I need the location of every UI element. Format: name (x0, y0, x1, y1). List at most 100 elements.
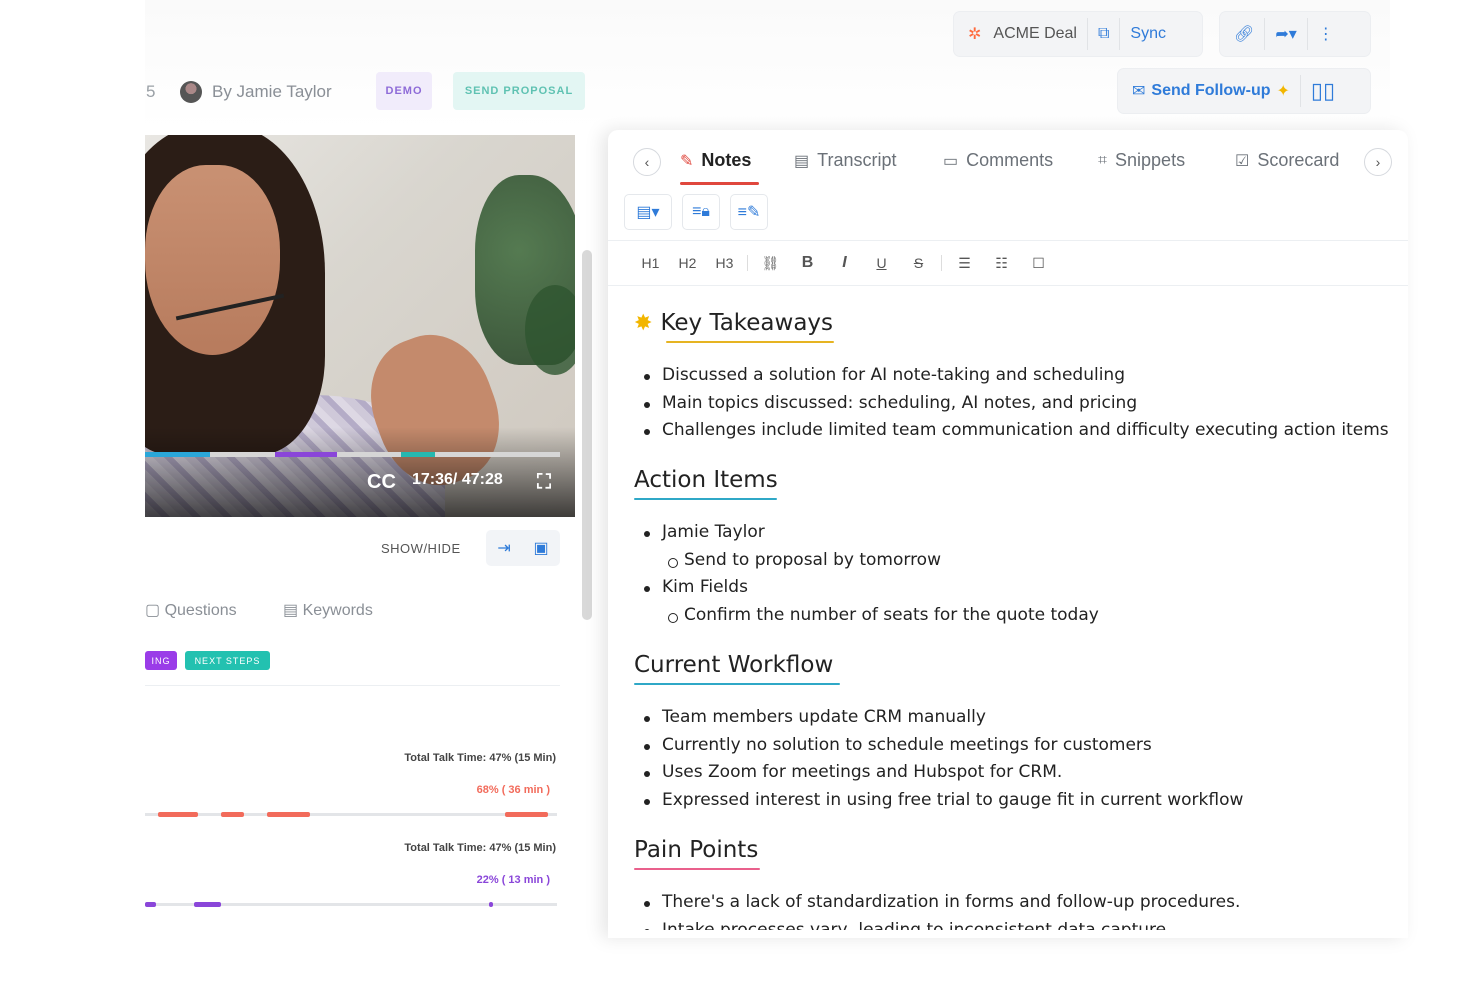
captions-button[interactable]: CC (367, 471, 396, 494)
tab-notes[interactable]: ✎ Notes (680, 150, 751, 171)
sparkle-icon: ✦ (1276, 83, 1290, 100)
talk-time-bar (145, 902, 557, 907)
progress-segment (275, 452, 337, 457)
show-hide-label: SHOW/HIDE (381, 541, 461, 556)
bullet-list-icon[interactable]: ☰ (946, 255, 983, 272)
tab-questions-label: Questions (164, 602, 237, 619)
scorecard-icon: ☑ (1235, 152, 1250, 170)
deal-label: ACME Deal (993, 25, 1077, 42)
tab-keywords-label: Keywords (302, 602, 373, 619)
fullscreen-icon[interactable]: ⛶ (537, 471, 551, 494)
list-item: Kim Fields (644, 577, 1099, 605)
bold-icon[interactable]: B (789, 254, 826, 272)
link-icon[interactable]: 🔗︎ (1228, 18, 1260, 50)
h3-button[interactable]: H3 (706, 255, 743, 271)
section-heading: ✸ Key Takeaways (634, 310, 834, 343)
tab-comments-label: Comments (966, 150, 1054, 170)
bullet-list: Team members update CRM manually Current… (643, 707, 1243, 818)
strikethrough-icon[interactable]: S (900, 255, 937, 271)
share-icon[interactable]: ➦▾ (1269, 18, 1302, 50)
list-item: Currently no solution to schedule meetin… (643, 735, 1243, 763)
talk-segment (145, 902, 156, 907)
list-item: There's a lack of standardization in for… (643, 892, 1240, 920)
sync-label: Sync (1130, 25, 1166, 42)
tab-scorecard-label: Scorecard (1257, 150, 1340, 170)
header-count: 5 (146, 82, 156, 101)
link-icon[interactable]: ⛓ (752, 255, 789, 272)
talk-time-percent: 68% ( 36 min ) (476, 784, 550, 796)
deal-toolbar: ✲ ACME Deal ⧉ Sync (954, 12, 1202, 56)
tag-send-proposal[interactable]: SEND PROPOSAL (453, 72, 585, 110)
private-notes-icon[interactable]: ≡🔒︎ (682, 194, 720, 230)
tab-snippets-label: Snippets (1115, 150, 1186, 170)
notes-panel: ‹ ✎ Notes ▤ Transcript ▭ Comments ⌗ Snip… (608, 130, 1408, 938)
section-heading: Action Items (634, 467, 778, 500)
layout-toggle-icon[interactable]: ▯▯ (1305, 75, 1341, 107)
tab-questions[interactable]: ▢ Questions (145, 600, 237, 620)
more-menu-icon[interactable]: ⋮ (1312, 18, 1340, 50)
tab-snippets[interactable]: ⌗ Snippets (1098, 150, 1185, 171)
left-scrollbar[interactable] (582, 250, 592, 620)
italic-icon[interactable]: I (826, 254, 863, 272)
mail-icon: ✉ (1132, 83, 1146, 100)
talk-time-bar (145, 812, 557, 817)
send-followup-button[interactable]: ✉ Send Follow-up ✦ (1126, 75, 1296, 107)
tab-notes-label: Notes (701, 150, 752, 170)
ai-notes-icon[interactable]: ≡✎ (730, 194, 768, 230)
app-screenshot: ✲ ACME Deal ⧉ Sync 🔗︎ ➦▾ ⋮ ✉ Send Follow… (0, 0, 1480, 987)
list-item: Main topics discussed: scheduling, AI no… (644, 393, 1389, 421)
chevron-left-icon[interactable]: ‹ (633, 148, 661, 176)
section-heading: Pain Points (634, 837, 760, 870)
avatar (180, 81, 202, 103)
numbered-list-icon[interactable]: ☷ (983, 255, 1020, 272)
tab-scorecard[interactable]: ☑ Scorecard (1235, 150, 1339, 171)
section-heading: Current Workflow (634, 652, 840, 685)
comment-icon: ▭ (943, 152, 959, 170)
list-item: Team members update CRM manually (643, 707, 1243, 735)
talk-segment (158, 812, 198, 817)
panel-tabs: ‹ ✎ Notes ▤ Transcript ▭ Comments ⌗ Snip… (608, 130, 1408, 188)
star-icon: ✸ (634, 311, 653, 336)
deal-button[interactable]: ACME Deal (987, 18, 1083, 50)
bullet-list: Jamie Taylor Send to proposal by tomorro… (644, 522, 1099, 632)
list-item: Discussed a solution for AI note-taking … (644, 365, 1389, 393)
format-toolbar: H1 H2 H3 ⛓ B I U S ☰ ☷ ☐ (632, 254, 1057, 272)
sync-button[interactable]: Sync (1124, 18, 1172, 50)
hubspot-icon[interactable]: ✲ (962, 18, 987, 50)
tab-transcript-label: Transcript (817, 150, 897, 170)
followup-toolbar: ✉ Send Follow-up ✦ ▯▯ (1118, 69, 1370, 113)
template-dropdown-icon[interactable]: ▤▾ (624, 194, 672, 230)
checklist-icon[interactable]: ☐ (1020, 255, 1057, 272)
list-item: Uses Zoom for meetings and Hubspot for C… (643, 762, 1243, 790)
video-time: 17:36/ 47:28 (412, 471, 503, 488)
camera-icon[interactable]: ▣ (534, 538, 549, 558)
tag-demo[interactable]: DEMO (376, 72, 432, 110)
tab-keywords[interactable]: ▤ Keywords (283, 600, 373, 620)
list-item: Expressed interest in using free trial t… (643, 790, 1243, 818)
notes-icon: ✎ (680, 152, 694, 170)
transcript-icon: ▤ (794, 152, 810, 170)
underline-icon[interactable]: U (863, 255, 900, 271)
video-progress-bar[interactable] (145, 452, 560, 457)
notes-toolbar: ▤▾ ≡🔒︎ ≡✎ (624, 194, 768, 232)
video-player[interactable]: CC 17:36/ 47:28 ⛶ (145, 135, 575, 517)
topic-chip-next-steps[interactable]: NEXT STEPS (185, 651, 270, 670)
tab-comments[interactable]: ▭ Comments (943, 150, 1053, 171)
chevron-right-icon[interactable]: › (1364, 148, 1392, 176)
open-external-icon[interactable]: ⧉ (1092, 18, 1115, 50)
list-item: Jamie Taylor (644, 522, 1099, 550)
tab-transcript[interactable]: ▤ Transcript (794, 150, 896, 171)
h1-button[interactable]: H1 (632, 255, 669, 271)
talk-segment (221, 812, 244, 817)
h2-button[interactable]: H2 (669, 255, 706, 271)
show-hide-buttons: ⇥ ▣ (486, 530, 560, 566)
progress-segment (401, 452, 435, 457)
list-item: Challenges include limited team communic… (644, 420, 1389, 448)
progress-segment (145, 452, 210, 457)
talk-segment (489, 902, 493, 907)
talk-segment (267, 812, 310, 817)
panel-toggle-icon[interactable]: ⇥ (497, 538, 510, 558)
talk-time-label: Total Talk Time: 47% (15 Min) (404, 752, 556, 764)
topic-chip[interactable]: ING (145, 651, 177, 670)
host-name: By Jamie Taylor (212, 82, 332, 101)
